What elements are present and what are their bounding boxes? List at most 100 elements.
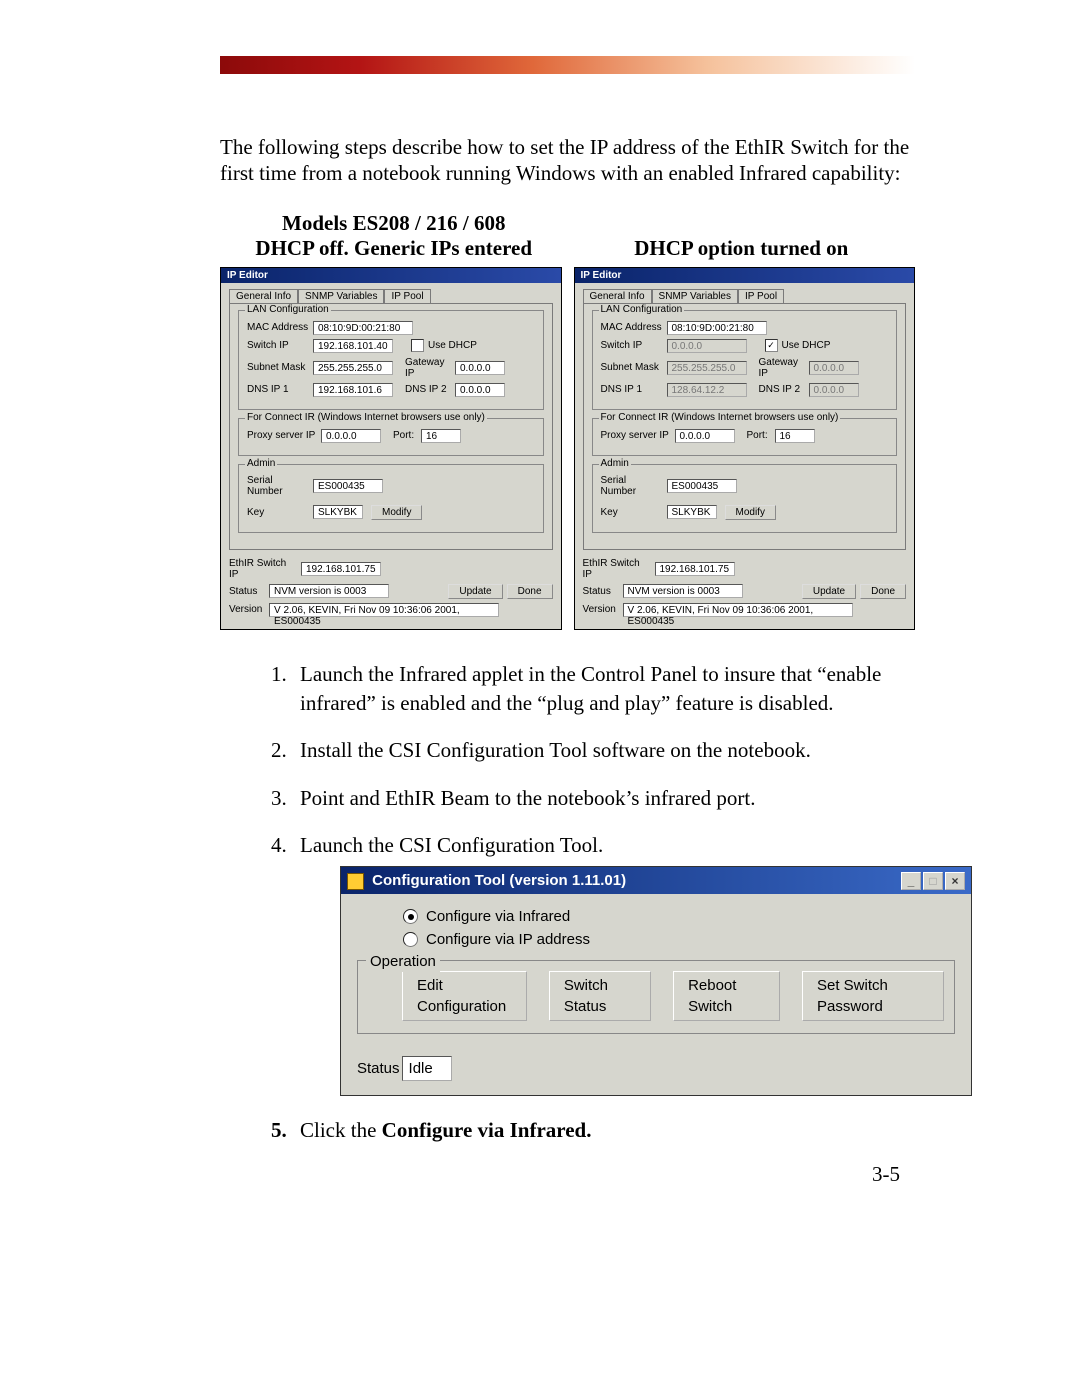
gateway-field[interactable]: 0.0.0.0	[455, 361, 505, 375]
dns1-field[interactable]: 192.168.101.6	[313, 383, 393, 397]
ethir-switch-ip-field[interactable]: 192.168.101.75	[655, 562, 735, 576]
config-tool-window: Configuration Tool (version 1.11.01) _ □…	[340, 866, 972, 1096]
label-dns2: DNS IP 2	[759, 384, 805, 395]
label-status: Status	[583, 586, 619, 597]
group-lan-title: LAN Configuration	[245, 304, 331, 315]
tab-general-info[interactable]: General Info	[583, 289, 652, 303]
mac-field[interactable]: 08:10:9D:00:21:80	[667, 321, 767, 335]
group-admin-title: Admin	[245, 458, 277, 469]
step-1: Launch the Infrared applet in the Contro…	[292, 660, 915, 719]
caption-dhcp-on: DHCP option turned on	[634, 236, 848, 260]
switch-ip-field[interactable]: 192.168.101.40	[313, 339, 393, 353]
step-3: Point and EthIR Beam to the notebook’s i…	[292, 784, 915, 813]
caption-right: DHCP option turned on	[568, 211, 916, 261]
key-field[interactable]: SLKYBK	[313, 505, 363, 519]
operation-title: Operation	[366, 951, 440, 972]
status-label: Status	[357, 1058, 400, 1079]
tab-general-info[interactable]: General Info	[229, 289, 298, 303]
done-button[interactable]: Done	[507, 584, 553, 599]
switch-ip-field: 0.0.0.0	[667, 339, 747, 353]
step-2: Install the CSI Configuration Tool softw…	[292, 736, 915, 765]
proxy-field[interactable]: 0.0.0.0	[321, 429, 381, 443]
step-5: Click the Configure via Infrared.	[292, 1116, 915, 1145]
ip-editor-left: IP Editor General Info SNMP Variables IP…	[220, 267, 562, 630]
label-switch-ip: Switch IP	[247, 340, 309, 351]
ethir-switch-ip-field[interactable]: 192.168.101.75	[301, 562, 381, 576]
maximize-button: □	[923, 872, 943, 890]
reboot-switch-button[interactable]: Reboot Switch	[673, 971, 780, 1021]
label-gateway: Gateway IP	[759, 357, 805, 379]
tab-ip-pool[interactable]: IP Pool	[738, 289, 784, 303]
header-gradient-bar	[220, 56, 915, 74]
radio-configure-ip[interactable]: Configure via IP address	[403, 929, 955, 950]
step-5-bold: Configure via Infrared.	[382, 1118, 592, 1142]
done-button[interactable]: Done	[860, 584, 906, 599]
label-version: Version	[583, 604, 619, 615]
tab-snmp-variables[interactable]: SNMP Variables	[652, 289, 738, 303]
set-switch-password-button[interactable]: Set Switch Password	[802, 971, 944, 1021]
label-proxy: Proxy server IP	[601, 430, 671, 441]
tab-snmp-variables[interactable]: SNMP Variables	[298, 289, 384, 303]
ip-editor-right: IP Editor General Info SNMP Variables IP…	[574, 267, 916, 630]
config-tool-titlebar: Configuration Tool (version 1.11.01) _ □…	[341, 867, 971, 894]
subnet-field[interactable]: 255.255.255.0	[313, 361, 393, 375]
checkbox-icon: ✓	[765, 339, 778, 352]
window-title: IP Editor	[575, 268, 915, 283]
port-field[interactable]: 16	[775, 429, 815, 443]
radio-ip-label: Configure via IP address	[426, 929, 590, 950]
use-dhcp-checkbox[interactable]: Use DHCP	[411, 339, 477, 352]
steps-list: Launch the Infrared applet in the Contro…	[220, 660, 915, 1146]
use-dhcp-label: Use DHCP	[428, 340, 477, 351]
update-button[interactable]: Update	[448, 584, 502, 599]
proxy-field[interactable]: 0.0.0.0	[675, 429, 735, 443]
checkbox-icon	[411, 339, 424, 352]
modify-button[interactable]: Modify	[725, 505, 776, 520]
update-button[interactable]: Update	[802, 584, 856, 599]
label-subnet: Subnet Mask	[247, 362, 309, 373]
minimize-button[interactable]: _	[901, 872, 921, 890]
subnet-field: 255.255.255.0	[667, 361, 747, 375]
label-key: Key	[247, 507, 309, 518]
edit-configuration-button[interactable]: Edit Configuration	[402, 971, 527, 1021]
radio-icon	[403, 932, 418, 947]
modify-button[interactable]: Modify	[371, 505, 422, 520]
serial-field[interactable]: ES000435	[313, 479, 383, 493]
mac-field[interactable]: 08:10:9D:00:21:80	[313, 321, 413, 335]
key-field[interactable]: SLKYBK	[667, 505, 717, 519]
tab-ip-pool[interactable]: IP Pool	[384, 289, 430, 303]
label-dns1: DNS IP 1	[601, 384, 663, 395]
label-serial: Serial Number	[247, 475, 309, 497]
label-key: Key	[601, 507, 663, 518]
group-connectir-title: For Connect IR (Windows Internet browser…	[245, 412, 487, 423]
label-subnet: Subnet Mask	[601, 362, 663, 373]
port-field[interactable]: 16	[421, 429, 461, 443]
caption-dhcp-off: DHCP off. Generic IPs entered	[255, 236, 532, 260]
serial-field[interactable]: ES000435	[667, 479, 737, 493]
caption-models: Models ES208 / 216 / 608	[282, 211, 505, 235]
dns1-field: 128.64.12.2	[667, 383, 747, 397]
label-proxy: Proxy server IP	[247, 430, 317, 441]
group-lan-title: LAN Configuration	[599, 304, 685, 315]
label-status: Status	[229, 586, 265, 597]
label-ethir-switch-ip: EthIR Switch IP	[229, 558, 297, 580]
label-gateway: Gateway IP	[405, 357, 451, 379]
label-version: Version	[229, 604, 265, 615]
group-connectir-title: For Connect IR (Windows Internet browser…	[599, 412, 841, 423]
step-5-prefix: Click the	[300, 1118, 382, 1142]
label-switch-ip: Switch IP	[601, 340, 663, 351]
use-dhcp-checkbox[interactable]: ✓ Use DHCP	[765, 339, 831, 352]
caption-left: Models ES208 / 216 / 608 DHCP off. Gener…	[220, 211, 568, 261]
step-4: Launch the CSI Configuration Tool. Confi…	[292, 831, 915, 1096]
operation-group: Operation Edit Configuration Switch Stat…	[357, 960, 955, 1034]
radio-configure-infrared[interactable]: Configure via Infrared	[403, 906, 955, 927]
label-dns2: DNS IP 2	[405, 384, 451, 395]
version-field: V 2.06, KEVIN, Fri Nov 09 10:36:06 2001,…	[269, 603, 499, 617]
switch-status-button[interactable]: Switch Status	[549, 971, 651, 1021]
label-ethir-switch-ip: EthIR Switch IP	[583, 558, 651, 580]
group-admin-title: Admin	[599, 458, 631, 469]
label-mac: MAC Address	[247, 322, 309, 333]
status-field: NVM version is 0003	[623, 584, 743, 598]
status-value: Idle	[402, 1056, 452, 1081]
close-button[interactable]: ×	[945, 872, 965, 890]
dns2-field[interactable]: 0.0.0.0	[455, 383, 505, 397]
